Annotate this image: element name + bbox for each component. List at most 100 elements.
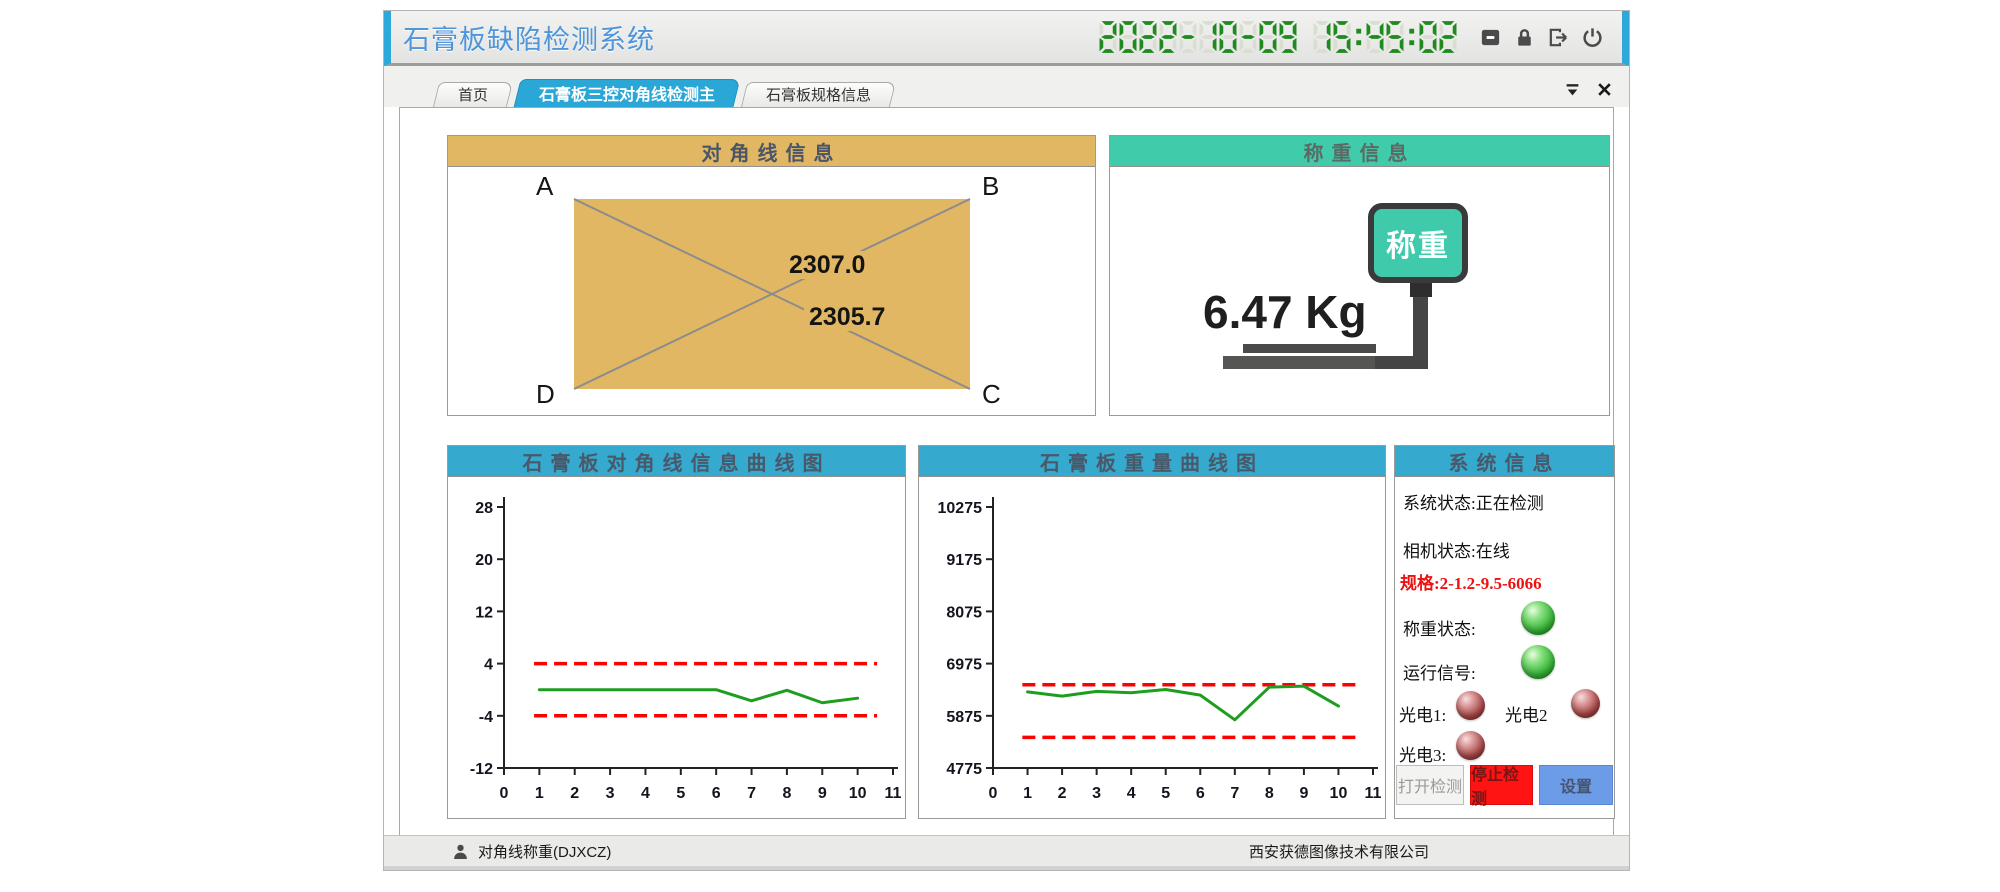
svg-text:7: 7 [1230,785,1239,802]
svg-text:9: 9 [1299,785,1308,802]
lock-icon[interactable] [1513,26,1536,49]
panel-system-header: 系统信息 [1395,446,1614,477]
diagonal-value-2: 2305.7 [804,303,890,331]
panel-diagonal-chart: 石膏板对角线信息曲线图 2820124-4-1201234567891011 [447,445,906,819]
svg-text:8075: 8075 [946,604,982,621]
corner-label-d: D [536,379,555,410]
svg-text:3: 3 [1092,785,1101,802]
panel-weight-chart-header: 石膏板重量曲线图 [919,446,1385,477]
panel-weight-chart: 石膏板重量曲线图 10275 9175 8075 6975 5875 4775 0 1 2 3 4 5… [918,445,1386,819]
panel-weighing-info: 称重信息 称重 6.47 Kg [1109,135,1610,416]
page-detection-main: 对角线信息 A B C D 2307.0 2305.7 称重信息 [399,107,1614,838]
weigh-status-label: 称重状态: [1403,615,1476,640]
svg-text:10: 10 [849,785,867,802]
tabstrip: 首页 石膏板三控对角线检测主 石膏板规格信息 [384,66,1629,107]
photo2-led [1571,689,1600,718]
tab-label: 石膏板规格信息 [766,84,871,105]
svg-text:0: 0 [500,785,509,802]
svg-text:6: 6 [712,785,721,802]
svg-text:9175: 9175 [946,552,982,569]
user-icon [452,843,469,860]
corner-label-b: B [982,171,999,202]
scale-neck [1410,281,1432,297]
lcd-date [1099,20,1297,54]
photo2-label: 光电2 [1505,701,1548,726]
diagonal-chart-canvas: 2820124-4-1201234567891011 [448,477,905,820]
run-signal-label: 运行信号: [1403,659,1476,684]
tab-close-icon[interactable] [1596,81,1613,98]
camera-status-text: 相机状态:在线 [1403,537,1510,562]
svg-text:10275: 10275 [938,500,983,517]
tabstrip-icons [1564,81,1613,98]
logout-icon[interactable] [1547,26,1570,49]
svg-text:2: 2 [570,785,579,802]
svg-text:12: 12 [475,604,493,621]
panel-diagonal-info: 对角线信息 A B C D 2307.0 2305.7 [447,135,1096,416]
panel-weighing-header: 称重信息 [1110,136,1609,167]
board-diagram [448,167,1095,415]
tab-dropdown-icon[interactable] [1564,81,1581,98]
titlebar-right [1099,20,1604,54]
svg-text:8: 8 [782,785,791,802]
svg-text:1: 1 [535,785,544,802]
scale-display-head: 称重 [1368,203,1468,283]
scale-platform-base [1223,356,1375,369]
settings-button[interactable]: 设置 [1539,765,1613,805]
system-status-text: 系统状态:正在检测 [1403,489,1544,514]
statusbar-user-label: 对角线称重(DJXCZ) [478,841,611,862]
weight-value: 6.47 Kg [1203,285,1367,339]
svg-text:5: 5 [1161,785,1170,802]
panel-diagonal-body: A B C D 2307.0 2305.7 [448,167,1095,415]
photo1-label: 光电1: [1399,701,1446,726]
app-title: 石膏板缺陷检测系统 [403,18,655,57]
tab-diagonal-detection-main[interactable]: 石膏板三控对角线检测主 [517,79,737,107]
svg-text:7: 7 [747,785,756,802]
tab-board-spec-info[interactable]: 石膏板规格信息 [744,82,893,107]
svg-text:4: 4 [484,657,493,674]
tab-label: 石膏板三控对角线检测主 [539,81,715,105]
svg-text:-4: -4 [479,709,493,726]
tab-home[interactable]: 首页 [436,82,510,107]
open-detection-button[interactable]: 打开检测 [1396,765,1464,805]
svg-text:4: 4 [1127,785,1136,802]
lcd-time [1313,20,1457,54]
stop-detection-button[interactable]: 停止检测 [1470,765,1533,805]
photo3-led [1456,731,1485,760]
minimize-icon[interactable] [1479,26,1502,49]
corner-label-a: A [536,171,553,202]
svg-text:4: 4 [641,785,650,802]
svg-text:5875: 5875 [946,709,982,726]
scale-platform-top [1243,344,1376,353]
photo1-led [1456,691,1485,720]
svg-text:10: 10 [1330,785,1348,802]
tab-label: 首页 [458,84,488,105]
svg-text:2: 2 [1058,785,1067,802]
svg-text:5: 5 [676,785,685,802]
svg-text:1: 1 [1023,785,1032,802]
panel-system-info: 系统信息 系统状态:正在检测 相机状态:在线 规格:2-1.2-9.5-6066… [1394,445,1615,819]
window-bottom-edge [384,866,1629,870]
run-signal-led [1521,645,1555,679]
svg-text:20: 20 [475,552,493,569]
svg-text:9: 9 [818,785,827,802]
svg-text:4775: 4775 [946,761,982,778]
panel-diagonal-header: 对角线信息 [448,136,1095,167]
power-icon[interactable] [1581,26,1604,49]
app-window: 石膏板缺陷检测系统 首页 [383,10,1630,871]
weight-chart-canvas: 102759175807569755875477501234567891011 [919,477,1385,820]
statusbar-user: 对角线称重(DJXCZ) [452,841,611,862]
svg-text:0: 0 [989,785,998,802]
corner-label-c: C [982,379,1001,410]
photo3-label: 光电3: [1399,741,1446,766]
statusbar-company: 西安获德图像技术有限公司 [1249,841,1429,862]
statusbar: 对角线称重(DJXCZ) 西安获德图像技术有限公司 [384,835,1629,866]
diagonal-value-1: 2307.0 [784,251,870,279]
svg-text:6975: 6975 [946,657,982,674]
weigh-status-led [1521,601,1555,635]
svg-text:3: 3 [606,785,615,802]
panel-weighing-body: 称重 6.47 Kg [1110,167,1609,415]
panel-system-body: 系统状态:正在检测 相机状态:在线 规格:2-1.2-9.5-6066 称重状态… [1395,477,1614,818]
svg-text:28: 28 [475,500,493,517]
svg-text:11: 11 [1365,785,1382,802]
svg-text:-12: -12 [470,761,493,778]
